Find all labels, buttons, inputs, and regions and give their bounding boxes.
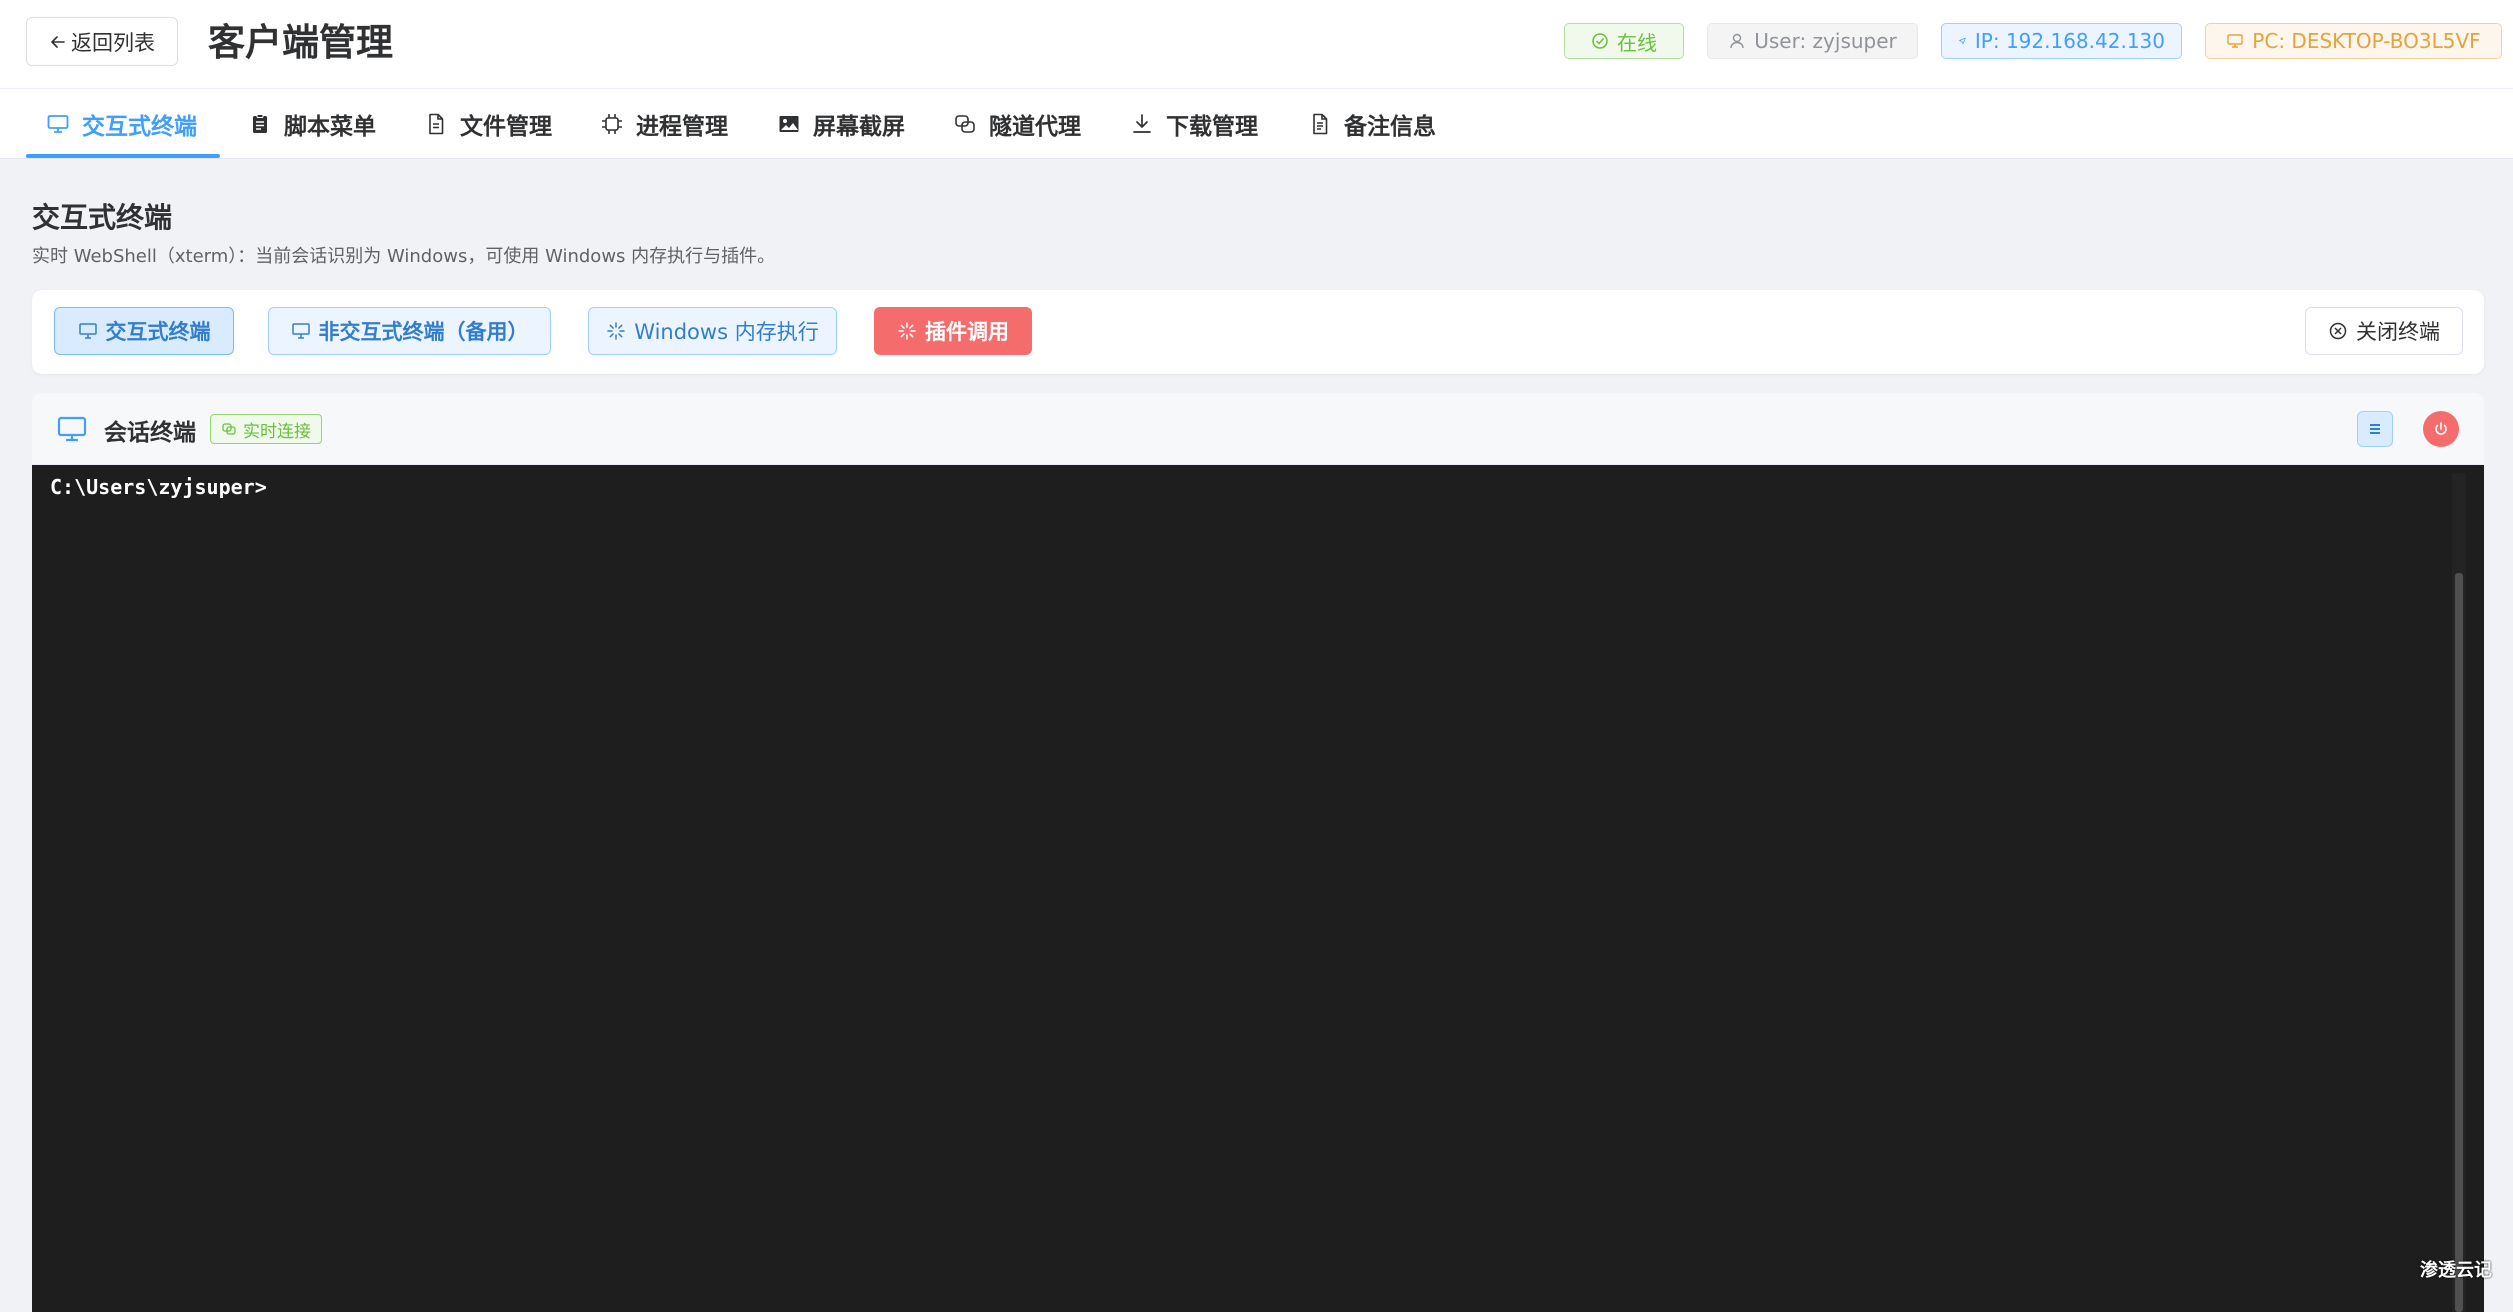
monitor-icon (47, 115, 69, 133)
tab-label: 隧道代理 (989, 114, 1081, 140)
tab-interactive-terminal[interactable]: 交互式终端 (46, 89, 197, 159)
tab-script-menu[interactable]: 脚本菜单 (248, 89, 376, 159)
section-title: 交互式终端 (32, 201, 173, 234)
clipboard-icon (253, 114, 267, 133)
live-connection-badge: 实时连接 (210, 414, 322, 444)
terminal-header: 会话终端 实时连接 (32, 393, 2484, 465)
tab-label: 下载管理 (1166, 114, 1258, 140)
plugin-call-button[interactable]: 插件调用 (874, 307, 1032, 355)
pc-badge: PC: DESKTOP-BO3L5VF (2205, 23, 2502, 59)
loading-icon (898, 322, 916, 340)
monitor-icon (57, 416, 87, 442)
picture-icon (779, 116, 799, 132)
user-badge: User: zyjsuper (1707, 23, 1918, 59)
tab-label: 脚本菜单 (284, 114, 376, 140)
active-tab-indicator (26, 154, 220, 158)
button-label: 交互式终端 (105, 320, 211, 344)
status-online-text: 在线 (1617, 30, 1657, 55)
back-to-list-button[interactable]: 返回列表 (26, 17, 178, 66)
loading-icon (607, 322, 626, 340)
tab-label: 进程管理 (636, 114, 728, 140)
noninteractive-terminal-button[interactable]: 非交互式终端（备用） (268, 307, 551, 355)
check-circle-icon (1592, 33, 1608, 49)
user-text: User: zyjsuper (1754, 29, 1897, 53)
status-online-badge: 在线 (1564, 23, 1684, 59)
link-icon (222, 423, 236, 435)
button-label: 关闭终端 (2356, 320, 2440, 344)
location-arrow-icon (1959, 37, 1966, 45)
button-label: Windows 内存执行 (634, 320, 819, 344)
monitor-icon (78, 323, 97, 339)
ip-badge: IP: 192.168.42.130 (1941, 23, 2182, 59)
terminal-toolbar: 交互式终端 非交互式终端（备用） Windows 内存执行 插件调用 关闭终端 (32, 290, 2484, 374)
page-title: 客户端管理 (208, 21, 393, 64)
terminal-card: 会话终端 实时连接 C:\Users\zyjsuper> (32, 393, 2484, 1312)
back-button-label: 返回列表 (71, 30, 155, 55)
button-label: 非交互式终端（备用） (318, 320, 529, 344)
header-bar: 返回列表 客户端管理 在线 User: zyjsuper IP: 192.168… (0, 0, 2513, 89)
tab-file-manager[interactable]: 文件管理 (424, 89, 552, 159)
monitor-icon (2227, 34, 2243, 48)
windows-memory-exec-button[interactable]: Windows 内存执行 (588, 307, 837, 355)
terminal-menu-button[interactable] (2357, 411, 2393, 447)
tab-screenshot[interactable]: 屏幕截屏 (777, 89, 905, 159)
tab-label: 交互式终端 (82, 114, 197, 140)
close-terminal-button[interactable]: 关闭终端 (2305, 307, 2463, 355)
document-icon (429, 113, 444, 135)
pc-text: PC: DESKTOP-BO3L5VF (2252, 29, 2481, 53)
monitor-icon (291, 323, 310, 339)
terminal-title: 会话终端 (104, 420, 196, 446)
tab-notes[interactable]: 备注信息 (1308, 89, 1436, 159)
terminal-prompt: C:\Users\zyjsuper> (50, 475, 267, 499)
watermark: 渗透云记 (2420, 1260, 2492, 1281)
close-circle-icon (2329, 322, 2347, 340)
section-description: 实时 WebShell（xterm）：当前会话识别为 Windows，可使用 W… (32, 246, 776, 267)
cpu-icon (602, 114, 622, 134)
arrow-left-icon (51, 35, 65, 48)
tab-process-manager[interactable]: 进程管理 (600, 89, 728, 159)
note-icon (1313, 113, 1328, 135)
ip-text: IP: 192.168.42.130 (1974, 29, 2165, 53)
tab-download-manager[interactable]: 下载管理 (1130, 89, 1258, 159)
button-label: 插件调用 (925, 320, 1009, 344)
terminal-screen[interactable]: C:\Users\zyjsuper> (32, 465, 2484, 1312)
power-icon (2435, 422, 2447, 435)
tab-bar: 交互式终端 脚本菜单 文件管理 进程管理 屏幕截屏 隧道代理 下载管理 备注信息 (0, 89, 2513, 159)
terminal-power-button[interactable] (2423, 411, 2459, 447)
terminal-scrollbar-thumb[interactable] (2455, 573, 2463, 1312)
tab-label: 文件管理 (460, 114, 552, 140)
list-icon (2370, 424, 2380, 434)
user-icon (1730, 33, 1744, 49)
tab-label: 备注信息 (1344, 114, 1436, 140)
download-icon (1133, 114, 1151, 133)
tab-tunnel-proxy[interactable]: 隧道代理 (953, 89, 1081, 159)
link-icon (955, 115, 975, 133)
tab-label: 屏幕截屏 (813, 114, 905, 140)
live-tag-text: 实时连接 (243, 421, 311, 442)
interactive-terminal-button[interactable]: 交互式终端 (54, 307, 234, 355)
